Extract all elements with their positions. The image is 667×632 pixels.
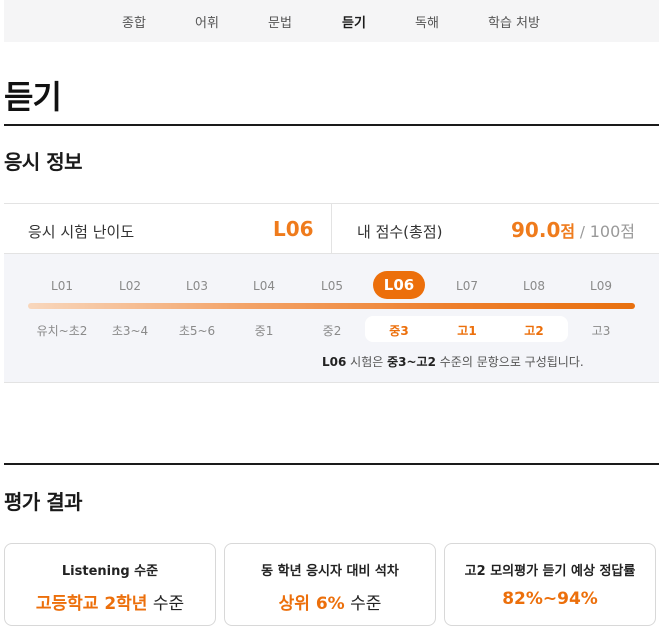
results-divider [4,463,659,465]
result-card-rank: 동 학년 응시자 대비 석차 상위 6% 수준 [224,543,436,626]
tab-vocabulary[interactable]: 어휘 [195,12,219,31]
card-highlight: 고등학교 2학년 [35,594,148,614]
card-title: 고2 모의평가 듣기 예상 정답률 [464,564,636,579]
score-unit: 점 [560,222,576,241]
level-l01: L01 [51,279,73,293]
title-divider [4,124,659,126]
card-value: 상위 6% 수준 [225,589,435,614]
grade-label: 유치~초2 [36,324,88,338]
level-l04: L04 [253,279,275,293]
card-suffix: 수준 [344,594,382,614]
level-note: L06 시험은 중3~고2 수준의 문항으로 구성됩니다. [322,353,584,370]
tab-overall[interactable]: 종합 [122,12,146,31]
tab-reading[interactable]: 독해 [415,12,439,31]
level-current-pill: L06 [373,271,425,299]
note-text-end: 수준의 문항으로 구성됩니다. [435,355,584,369]
grade-label: 중2 [322,324,342,338]
card-highlight: 상위 6% [278,594,345,614]
level-l05: L05 [321,279,343,293]
card-highlight: 82%~94% [502,589,598,609]
grade-label: 초5~6 [178,324,216,338]
difficulty-label: 응시 시험 난이도 [28,223,135,241]
results-title: 평가 결과 [4,490,83,514]
grade-label-highlighted: 고2 [524,324,544,338]
exam-info-row: 응시 시험 난이도 L06 내 점수(총점) 90.0점 / 100점 [4,203,659,254]
card-value: 82%~94% [445,589,655,609]
grade-label: 초3~4 [111,324,149,338]
card-title: Listening 수준 [61,564,159,579]
level-panel: L01 L02 L03 L04 L05 L06 L07 L08 L09 유치~초… [4,254,659,383]
score-separator: / [579,223,585,241]
level-l02: L02 [119,279,141,293]
grade-label: 고3 [591,324,611,338]
score-total: 100점 [589,222,635,241]
grade-label: 중1 [254,324,274,338]
result-card-level: Listening 수준 고등학교 2학년 수준 [4,543,216,626]
exam-info-title: 응시 정보 [4,150,83,174]
page-title: 듣기 [4,78,62,116]
info-divider [331,204,332,254]
level-l08: L08 [523,279,545,293]
grade-label-highlighted: 고1 [457,324,477,338]
score-value: 90.0 [511,218,561,242]
grade-label-highlighted: 중3 [389,324,409,338]
card-value: 고등학교 2학년 수준 [5,589,215,614]
note-level: L06 [322,355,347,369]
note-range: 중3~고2 [387,355,436,369]
tab-listening[interactable]: 듣기 [342,12,366,31]
card-title: 동 학년 응시자 대비 석차 [261,564,399,579]
level-l09: L09 [590,279,612,293]
level-progress-bar [28,303,635,309]
tab-grammar[interactable]: 문법 [268,12,292,31]
level-l07: L07 [456,279,478,293]
card-suffix: 수준 [147,594,185,614]
score-label: 내 점수(총점) [357,223,443,241]
level-l03: L03 [186,279,208,293]
result-card-expected-accuracy: 고2 모의평가 듣기 예상 정답률 82%~94% [444,543,656,626]
difficulty-value: L06 [273,217,314,241]
tab-bar: 종합 어휘 문법 듣기 독해 학습 처방 [4,0,659,42]
tab-study-prescription[interactable]: 학습 처방 [488,12,540,31]
note-text: 시험은 [346,355,388,369]
score-display: 90.0점 / 100점 [511,218,635,242]
